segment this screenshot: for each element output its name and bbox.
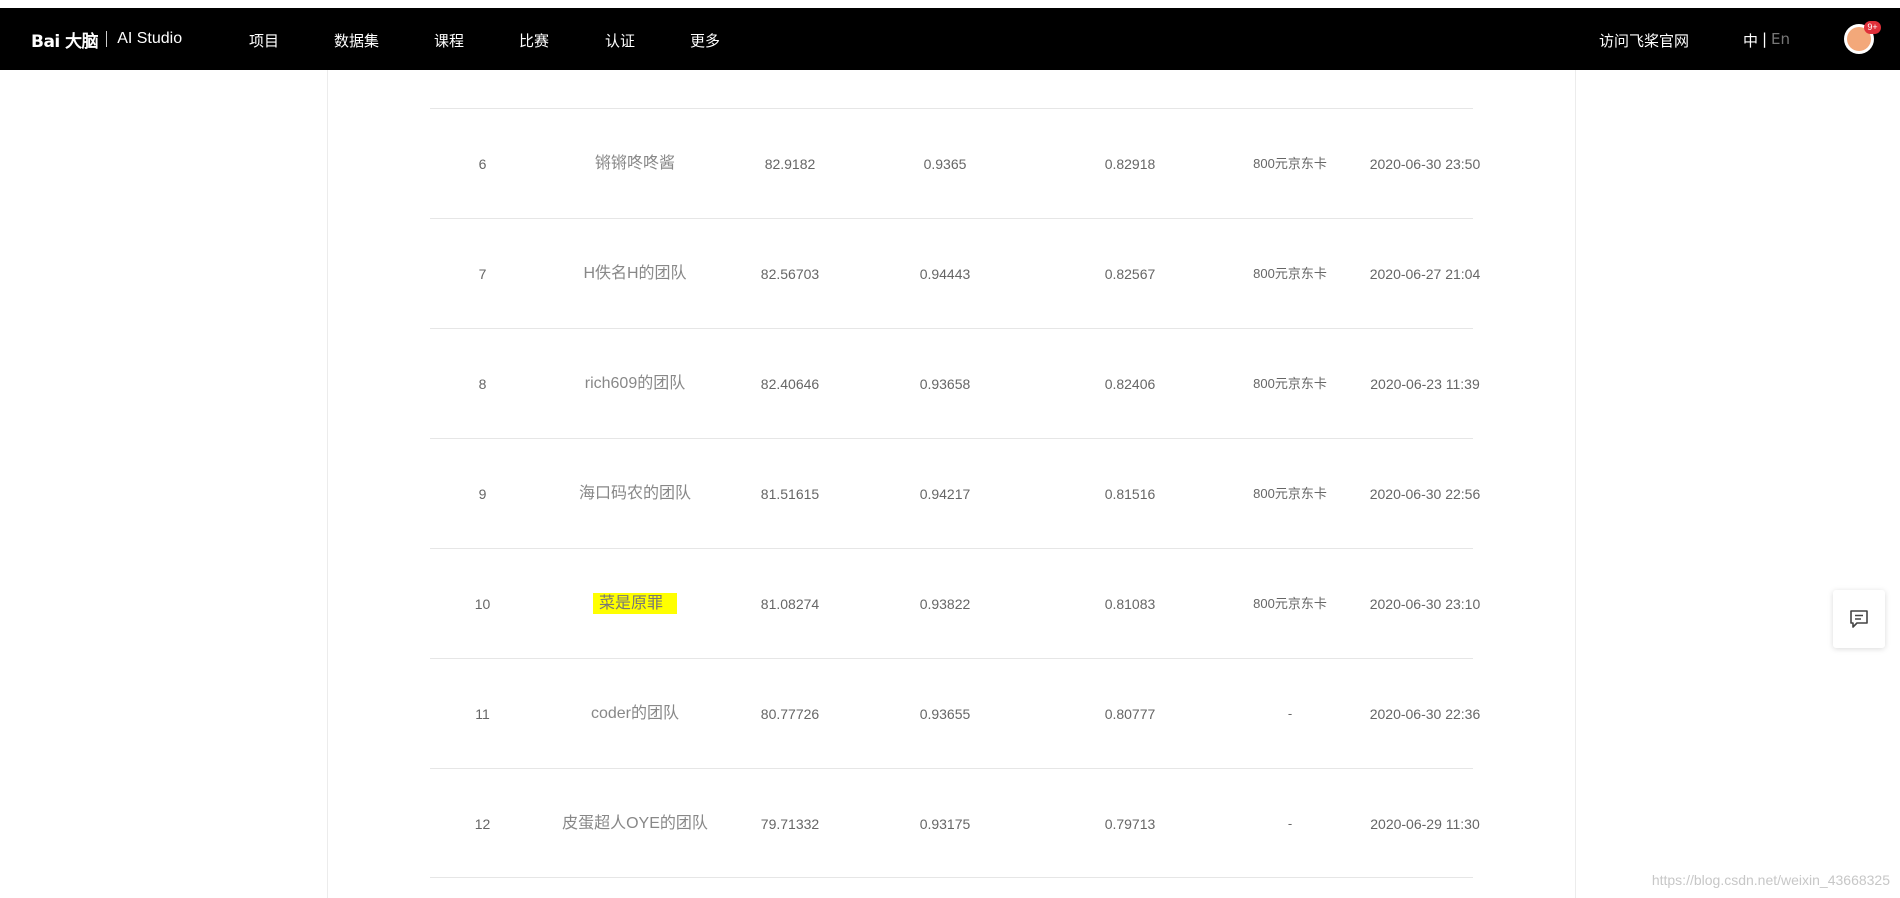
metric-a-cell: 0.94217 bbox=[919, 486, 971, 502]
team-name-cell: 锵锵咚咚酱 bbox=[594, 155, 675, 172]
metric-a-cell: 0.93658 bbox=[919, 376, 971, 392]
table-row: 11 coder的团队 80.77726 0.93655 0.80777-2020-06… bbox=[430, 658, 1480, 768]
metric-a-cell: 0.94443 bbox=[919, 266, 971, 282]
submit-time-cell: 2020-06-30 23:10 bbox=[1369, 596, 1481, 612]
top-navbar: Bai 大脑 AI Studio 项目 数据集 课程 比赛 认证 更多 访问飞桨… bbox=[0, 8, 1900, 70]
score-cell: 80.77726 bbox=[760, 706, 820, 722]
metric-a-cell: 0.9365 bbox=[923, 156, 967, 172]
score-cell: 81.08274 bbox=[760, 596, 820, 612]
feedback-button[interactable] bbox=[1833, 590, 1885, 648]
rank-cell: 7 bbox=[478, 266, 487, 282]
submit-time-cell: 2020-06-30 23:50 bbox=[1369, 156, 1481, 172]
nav-item-datasets[interactable]: 数据集 bbox=[334, 30, 379, 51]
nav-item-courses[interactable]: 课程 bbox=[434, 30, 464, 51]
nav-item-certification[interactable]: 认证 bbox=[605, 30, 635, 51]
score-cell: 82.56703 bbox=[760, 266, 820, 282]
score-cell: 81.51615 bbox=[760, 486, 820, 502]
nav-item-more[interactable]: 更多 bbox=[690, 30, 720, 51]
score-cell: 79.71332 bbox=[760, 816, 820, 832]
rank-cell: 11 bbox=[475, 706, 490, 722]
visit-paddle-link[interactable]: 访问飞桨官网 bbox=[1599, 30, 1689, 51]
metric-a-cell: 0.93655 bbox=[919, 706, 971, 722]
submit-time-cell: 2020-06-30 22:56 bbox=[1369, 486, 1481, 502]
lang-separator: | bbox=[1762, 30, 1768, 48]
user-avatar[interactable]: 9+ bbox=[1844, 21, 1881, 54]
rank-cell: 12 bbox=[474, 816, 491, 832]
submit-time-cell: 2020-06-30 22:36 bbox=[1369, 706, 1481, 722]
logo-text: Bai 大脑 bbox=[31, 31, 99, 52]
team-name-cell: coder的团队 bbox=[590, 705, 680, 722]
team-name-cell: H佚名H的团队 bbox=[583, 265, 687, 282]
team-name-cell: 海口码农的团队 bbox=[578, 485, 691, 502]
team-name-cell: 皮蛋超人OYE的团队 bbox=[562, 815, 708, 832]
logo-studio-text: AI Studio bbox=[117, 30, 183, 47]
rank-cell: 9 bbox=[478, 486, 487, 502]
chat-icon bbox=[1850, 610, 1868, 628]
nav-item-competitions[interactable]: 比赛 bbox=[519, 30, 549, 51]
notification-badge: 9+ bbox=[1864, 21, 1881, 34]
rank-cell: 8 bbox=[478, 376, 487, 392]
lang-en[interactable]: En bbox=[1771, 30, 1790, 48]
leaderboard-table: 6 锵锵咚咚酱 82.9182 0.9365 0.82918 800元京东卡 2020-06… bbox=[430, 108, 1480, 878]
rank-cell: 6 bbox=[478, 156, 487, 172]
metric-a-cell: 0.93175 bbox=[919, 816, 971, 832]
score-cell: 82.40646 bbox=[760, 376, 820, 392]
lang-zh[interactable]: 中 bbox=[1743, 30, 1758, 51]
team-name-cell: 菜是原罪 bbox=[535, 549, 735, 659]
top-gap bbox=[0, 0, 1900, 8]
table-row: 6 锵锵咚咚酱 82.9182 0.9365 0.82918 800元京东卡 2020-06… bbox=[430, 108, 1480, 218]
nav-item-projects[interactable]: 项目 bbox=[249, 30, 279, 51]
logo-divider bbox=[106, 31, 108, 47]
team-name-cell: rich609的团队 bbox=[584, 375, 686, 392]
submit-time-cell: 2020-06-23 11:39 bbox=[1370, 376, 1480, 392]
metric-a-cell: 0.93822 bbox=[919, 596, 971, 612]
highlighted-team-name: 菜是原罪 bbox=[592, 593, 677, 614]
baidu-ai-studio-logo[interactable]: Bai 大脑 AI Studio bbox=[31, 26, 182, 52]
table-row: 8 rich609的团队 82.40646 0.93658 0.82406 800元京东卡… bbox=[430, 328, 1480, 438]
rank-cell: 10 bbox=[474, 596, 491, 612]
table-row: 12 皮蛋超人OYE的团队 79.71332 0.93175 0.79713-2020-… bbox=[430, 768, 1480, 878]
table-row: 9 海口码农的团队 81.51615 0.94217 0.81516 800元京东卡 202… bbox=[430, 438, 1480, 548]
score-cell: 82.9182 bbox=[764, 156, 816, 172]
submit-time-cell: 2020-06-29 11:30 bbox=[1370, 816, 1480, 832]
table-row: 10 菜是原罪 81.08274 0.93822 0.81083 800元京东卡 2020-… bbox=[430, 548, 1480, 659]
table-row: 7 H佚名H的团队 82.56703 0.94443 0.82567 800元京东卡 202… bbox=[430, 218, 1480, 328]
csdn-watermark: https://blog.csdn.net/weixin_43668325 bbox=[1651, 872, 1890, 888]
submit-time-cell: 2020-06-27 21:04 bbox=[1369, 266, 1481, 282]
